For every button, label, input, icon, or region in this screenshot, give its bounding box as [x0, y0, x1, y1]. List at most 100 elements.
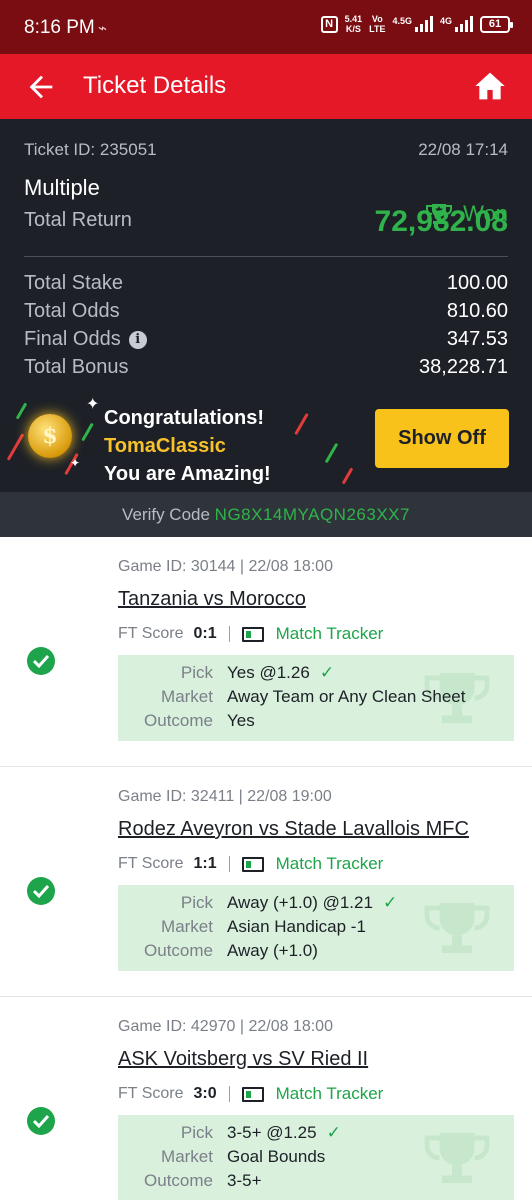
verify-code-value[interactable]: NG8X14MYAQN263XX7 [215, 505, 410, 524]
total-odds-row: Total Odds 810.60 [24, 300, 508, 323]
status-icons: N 5.41 K/S Vo LTE 4.5G 4G 61 [320, 14, 513, 34]
market-row: Market Asian Handicap -1 [118, 917, 366, 937]
show-off-button[interactable]: Show Off [375, 409, 509, 468]
total-return-row: Total Return 72,982.08 [24, 205, 508, 238]
outcome-row: Outcome 3-5+ [118, 1171, 261, 1191]
match-tracker-icon[interactable] [241, 626, 264, 642]
score-row: FT Score 0:1 Match Tracker [118, 624, 383, 644]
bet-type-row: Multiple Won [24, 175, 508, 226]
sparkle-icon: ✦ [86, 396, 100, 413]
market-value: Asian Handicap -1 [227, 917, 366, 936]
status-time: 8:16 PM [24, 17, 95, 38]
ticket-id: Ticket ID: 235051 [24, 140, 157, 159]
total-odds-label: Total Odds [24, 300, 120, 322]
check-icon: ✓ [319, 663, 335, 682]
verify-code-bar: Verify Code NG8X14MYAQN263XX7 [0, 492, 532, 537]
pick-details: Pick 3-5+ @1.25 ✓ Market Goal Bounds Outcom… [118, 1115, 514, 1200]
outcome-label: Outcome [144, 941, 213, 960]
score-value: 3:0 [193, 1085, 217, 1102]
ticket-summary: Ticket ID: 235051 22/08 17:14 Multiple W… [0, 119, 532, 537]
battery-icon: 61 [480, 15, 513, 33]
market-label: Market [161, 917, 213, 936]
outcome-label: Outcome [144, 1171, 213, 1190]
confetti-streak [15, 402, 28, 420]
game-id: Game ID: 30144 | 22/08 18:00 [118, 558, 333, 575]
ticket-meta-row: Ticket ID: 235051 22/08 17:14 [24, 140, 508, 160]
network-speed: 5.41 K/S [345, 14, 363, 34]
bet-type: Multiple [24, 175, 100, 200]
score-label: FT Score [118, 625, 184, 642]
final-odds-value: 347.53 [446, 328, 508, 350]
market-row: Market Goal Bounds [118, 1147, 325, 1167]
market-value: Goal Bounds [227, 1147, 326, 1166]
match-tracker-link[interactable]: Match Tracker [276, 624, 384, 644]
score-label: FT Score [118, 855, 184, 872]
market-label: Market [161, 1147, 213, 1166]
match-tracker-link[interactable]: Match Tracker [276, 1084, 384, 1104]
check-icon: ✓ [326, 1123, 341, 1142]
confetti-streak [81, 422, 94, 442]
selection-item: Game ID: 30144 | 22/08 18:00 Tanzania vs… [0, 537, 532, 767]
status-bar: 8:16 PM ⌁ N 5.41 K/S Vo LTE 4.5G 4G 61 [0, 0, 532, 54]
page-title: Ticket Details [83, 72, 227, 99]
volte-top: Vo [371, 14, 383, 24]
pick-label: Pick [180, 893, 213, 912]
total-bonus-row: Total Bonus 38,228.71 [24, 356, 508, 379]
pick-value: Yes @1.26 [227, 663, 310, 682]
game-id: Game ID: 32411 | 22/08 19:00 [118, 788, 332, 805]
info-icon[interactable]: i [128, 331, 147, 349]
selection-item: Game ID: 42970 | 22/08 18:00 ASK Voitsbe… [0, 997, 532, 1200]
separator [228, 626, 230, 642]
outcome-row: Outcome Yes [118, 711, 255, 731]
match-tracker-icon[interactable] [241, 1086, 264, 1102]
network-speed-value: 5.41 [344, 14, 363, 24]
match-tracker-link[interactable]: Match Tracker [276, 854, 384, 874]
confetti-streak [294, 412, 309, 436]
congrats-line-1: Congratulations! [104, 407, 264, 429]
score-value: 1:1 [193, 855, 217, 872]
score-row: FT Score 3:0 Match Tracker [118, 1084, 383, 1104]
nfc-icon: N [320, 15, 338, 33]
sparkle-icon: ✦ [70, 456, 81, 470]
market-label: Market [161, 687, 213, 706]
cast-icon: ⌁ [98, 20, 108, 37]
signal-1-label: 4.5G [392, 16, 412, 26]
total-bonus-label: Total Bonus [24, 356, 129, 378]
congrats-line-3: You are Amazing! [104, 463, 271, 485]
check-circle-icon [27, 877, 55, 905]
trophy-watermark-icon [424, 1133, 490, 1183]
selections-list: Game ID: 30144 | 22/08 18:00 Tanzania vs… [0, 537, 532, 1200]
check-icon: ✓ [382, 893, 398, 912]
volte-bottom: LTE [369, 24, 386, 34]
pick-row: Pick Yes @1.26 ✓ [118, 663, 334, 683]
total-stake-row: Total Stake 100.00 [24, 272, 508, 295]
back-arrow-icon [29, 75, 53, 99]
signal-icon-2: 4G [440, 16, 473, 32]
pick-label: Pick [180, 1123, 213, 1142]
signal-icon-1: 4.5G [392, 16, 433, 32]
match-tracker-icon[interactable] [241, 856, 264, 872]
back-button[interactable] [24, 70, 58, 104]
separator [228, 856, 230, 872]
pick-row: Pick 3-5+ @1.25 ✓ [118, 1123, 341, 1143]
market-value: Away Team or Any Clean Sheet [227, 687, 466, 706]
home-icon [475, 72, 505, 100]
trophy-watermark-icon [424, 903, 490, 953]
match-title-link[interactable]: Rodez Aveyron vs Stade Lavallois MFC [118, 818, 469, 841]
congrats-username: TomaClassic [104, 435, 226, 457]
total-return-value: 72,982.08 [374, 205, 508, 238]
final-odds-row: Final Odds i 347.53 [24, 328, 508, 351]
verify-code-label: Verify Code [122, 505, 210, 524]
outcome-value: Yes [227, 711, 255, 730]
pick-details: Pick Away (+1.0) @1.21 ✓ Market Asian Handi… [118, 885, 514, 971]
selection-item: Game ID: 32411 | 22/08 19:00 Rodez Aveyr… [0, 767, 532, 997]
signal-2-label: 4G [439, 16, 452, 26]
score-label: FT Score [118, 1085, 184, 1102]
match-title-link[interactable]: Tanzania vs Morocco [118, 588, 306, 611]
home-button[interactable] [474, 71, 506, 101]
match-title-link[interactable]: ASK Voitsberg vs SV Ried II [118, 1048, 368, 1071]
market-row: Market Away Team or Any Clean Sheet [118, 687, 465, 707]
confetti-streak [6, 433, 25, 461]
pick-value: 3-5+ @1.25 [227, 1123, 317, 1142]
volte-icon: Vo LTE [369, 14, 385, 34]
